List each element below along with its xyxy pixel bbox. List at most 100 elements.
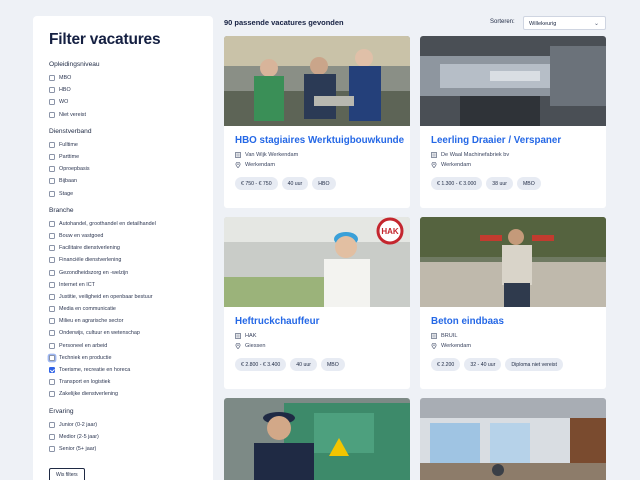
filter-checkbox[interactable] (49, 445, 55, 452)
filter-option-label: Stage (59, 190, 74, 197)
filter-checkbox[interactable] (49, 379, 55, 386)
vacancy-card[interactable]: HAK Heftruckchauffeur HAK Giessen € 2.800 - … (224, 217, 410, 389)
filter-checkbox[interactable] (49, 245, 55, 252)
vacancy-title-link[interactable]: HBO stagiaires Werktuigbouwkunde (235, 135, 404, 146)
filter-checkbox[interactable] (49, 166, 55, 173)
filter-checkbox[interactable] (49, 421, 55, 428)
filter-checkbox[interactable] (49, 154, 55, 161)
vacancy-title-link[interactable]: Beton eindbaas (431, 316, 595, 327)
location-name: Werkendam (245, 162, 276, 168)
filter-checkbox[interactable] (49, 318, 55, 325)
vacancy-title-link[interactable]: Heftruckchauffeur (235, 316, 399, 327)
electrician-photo[interactable] (224, 398, 410, 480)
workshop-photo[interactable] (224, 36, 410, 126)
filter-option-label: Financiële dienstverlening (59, 257, 122, 264)
filter-option[interactable]: Personeel en arbeid (49, 340, 197, 352)
vacancy-tag: 40 uur (290, 358, 317, 371)
filter-group-title: Ervaring (49, 407, 74, 415)
company-row: De Waal Machinefabriek bv (431, 150, 595, 160)
filter-option[interactable]: Financiële dienstverlening (49, 254, 197, 266)
filter-option[interactable]: Fulltime (49, 139, 197, 151)
filter-option[interactable]: Milieu en agrarische sector (49, 315, 197, 327)
filter-checkbox[interactable] (49, 178, 55, 185)
filter-option[interactable]: Techniek en productie (49, 352, 197, 364)
vacancy-card[interactable]: Beton eindbaas BRUIL Werkendam € 2.200 32 - … (420, 217, 606, 389)
filter-option[interactable]: Oproepbasis (49, 163, 197, 175)
filter-checkbox[interactable] (49, 306, 55, 313)
filter-group-title: Branche (49, 206, 74, 214)
filter-checkbox[interactable] (49, 391, 55, 398)
filter-option[interactable]: Stage (49, 188, 197, 200)
filter-checkbox[interactable] (49, 75, 55, 82)
company-name: BRUIL (441, 333, 458, 339)
filter-checkbox[interactable] (49, 330, 55, 337)
clear-filters-button[interactable]: Wis filters (49, 468, 85, 480)
filter-option[interactable]: Transport en logistiek (49, 376, 197, 388)
filter-option[interactable]: Internet en ICT (49, 279, 197, 291)
vacancy-card[interactable]: HBO stagiaires Werktuigbouwkunde Van Wijk… (224, 36, 410, 208)
sort-value: Willekeurig (529, 20, 557, 27)
filter-option[interactable]: Gezondheidszorg en -welzijn (49, 266, 197, 278)
filter-checkbox[interactable] (49, 354, 55, 361)
filter-checkbox[interactable] (49, 293, 55, 300)
filter-option[interactable]: Onderwijs, cultuur en wetenschap (49, 327, 197, 339)
filter-option-label: Media en communicatie (59, 306, 116, 313)
factory-worker-photo[interactable]: HAK (224, 217, 410, 307)
filter-checkbox[interactable] (49, 342, 55, 349)
filter-checkbox[interactable] (49, 367, 55, 374)
company-row: BRUIL (431, 331, 595, 341)
sort-label: Sorteren: (490, 19, 515, 25)
vacancy-tag: 38 uur (486, 177, 513, 190)
filter-option[interactable]: Autohandel, groothandel en detailhandel (49, 218, 197, 230)
chevron-down-icon: ⌄ (593, 21, 599, 27)
filter-checkbox[interactable] (49, 99, 55, 106)
filter-checkbox[interactable] (49, 220, 55, 227)
filter-option-label: Zakelijke dienstverlening (59, 391, 119, 398)
filter-option[interactable]: Media en communicatie (49, 303, 197, 315)
filter-option[interactable]: Bijbaan (49, 175, 197, 187)
concrete-worker-photo[interactable] (420, 217, 606, 307)
location-row: Werkendam (431, 341, 595, 351)
filter-option[interactable]: MBO (49, 72, 197, 84)
filter-option[interactable]: WO (49, 96, 197, 108)
filter-option-label: Personeel en arbeid (59, 342, 108, 349)
map-pin-icon (431, 161, 437, 169)
filter-option[interactable]: Medior (2-5 jaar) (49, 431, 197, 443)
filter-checkbox[interactable] (49, 232, 55, 239)
filter-checkbox[interactable] (49, 257, 55, 264)
filter-checkbox[interactable] (49, 190, 55, 197)
lathe-photo[interactable] (420, 36, 606, 126)
vacancy-card[interactable] (224, 398, 410, 480)
filter-option[interactable]: Toerisme, recreatie en horeca (49, 364, 197, 376)
filter-option[interactable]: Facilitaire dienstverlening (49, 242, 197, 254)
filter-option[interactable]: Parttime (49, 151, 197, 163)
vacancy-tag: MBO (320, 358, 345, 371)
filter-option[interactable]: Niet vereist (49, 109, 197, 121)
sort-select[interactable]: Willekeurig ⌄ (523, 16, 606, 30)
filter-checkbox[interactable] (49, 433, 55, 440)
filter-checkbox[interactable] (49, 281, 55, 288)
filter-group-title: Opleidingsniveau (49, 61, 100, 68)
vacancy-title-link[interactable]: Leerling Draaier / Verspaner (431, 135, 595, 146)
filter-checkbox[interactable] (49, 87, 55, 94)
filter-option[interactable]: Junior (0-2 jaar) (49, 419, 197, 431)
filter-option-label: Toerisme, recreatie en horeca (59, 367, 131, 374)
vacancy-card[interactable] (420, 398, 606, 480)
filter-option-label: Internet en ICT (59, 281, 95, 288)
filter-option[interactable]: HBO (49, 84, 197, 96)
filter-option[interactable]: Zakelijke dienstverlening (49, 388, 197, 400)
filter-checkbox[interactable] (49, 141, 55, 148)
filter-checkbox[interactable] (49, 269, 55, 276)
filter-option[interactable]: Justitie, veiligheid en openbaar bestuur (49, 291, 197, 303)
filter-checkbox[interactable] (49, 111, 55, 118)
filter-option-label: Autohandel, groothandel en detailhandel (59, 220, 156, 227)
filter-option[interactable]: Bouw en vastgoed (49, 230, 197, 242)
vacancy-tag: Diploma niet vereist (505, 358, 563, 371)
office-photo[interactable] (420, 398, 606, 480)
filter-option-label: HBO (59, 87, 71, 94)
filter-option[interactable]: Senior (5+ jaar) (49, 443, 197, 455)
filter-option-label: Fulltime (59, 141, 78, 148)
tag-list: € 2.800 - € 3.400 40 uur MBO (235, 358, 399, 371)
vacancy-card[interactable]: Leerling Draaier / Verspaner De Waal Mach… (420, 36, 606, 208)
filter-group: Ervaring Junior (0-2 jaar) Medior (2-5 jaa… (49, 408, 197, 456)
